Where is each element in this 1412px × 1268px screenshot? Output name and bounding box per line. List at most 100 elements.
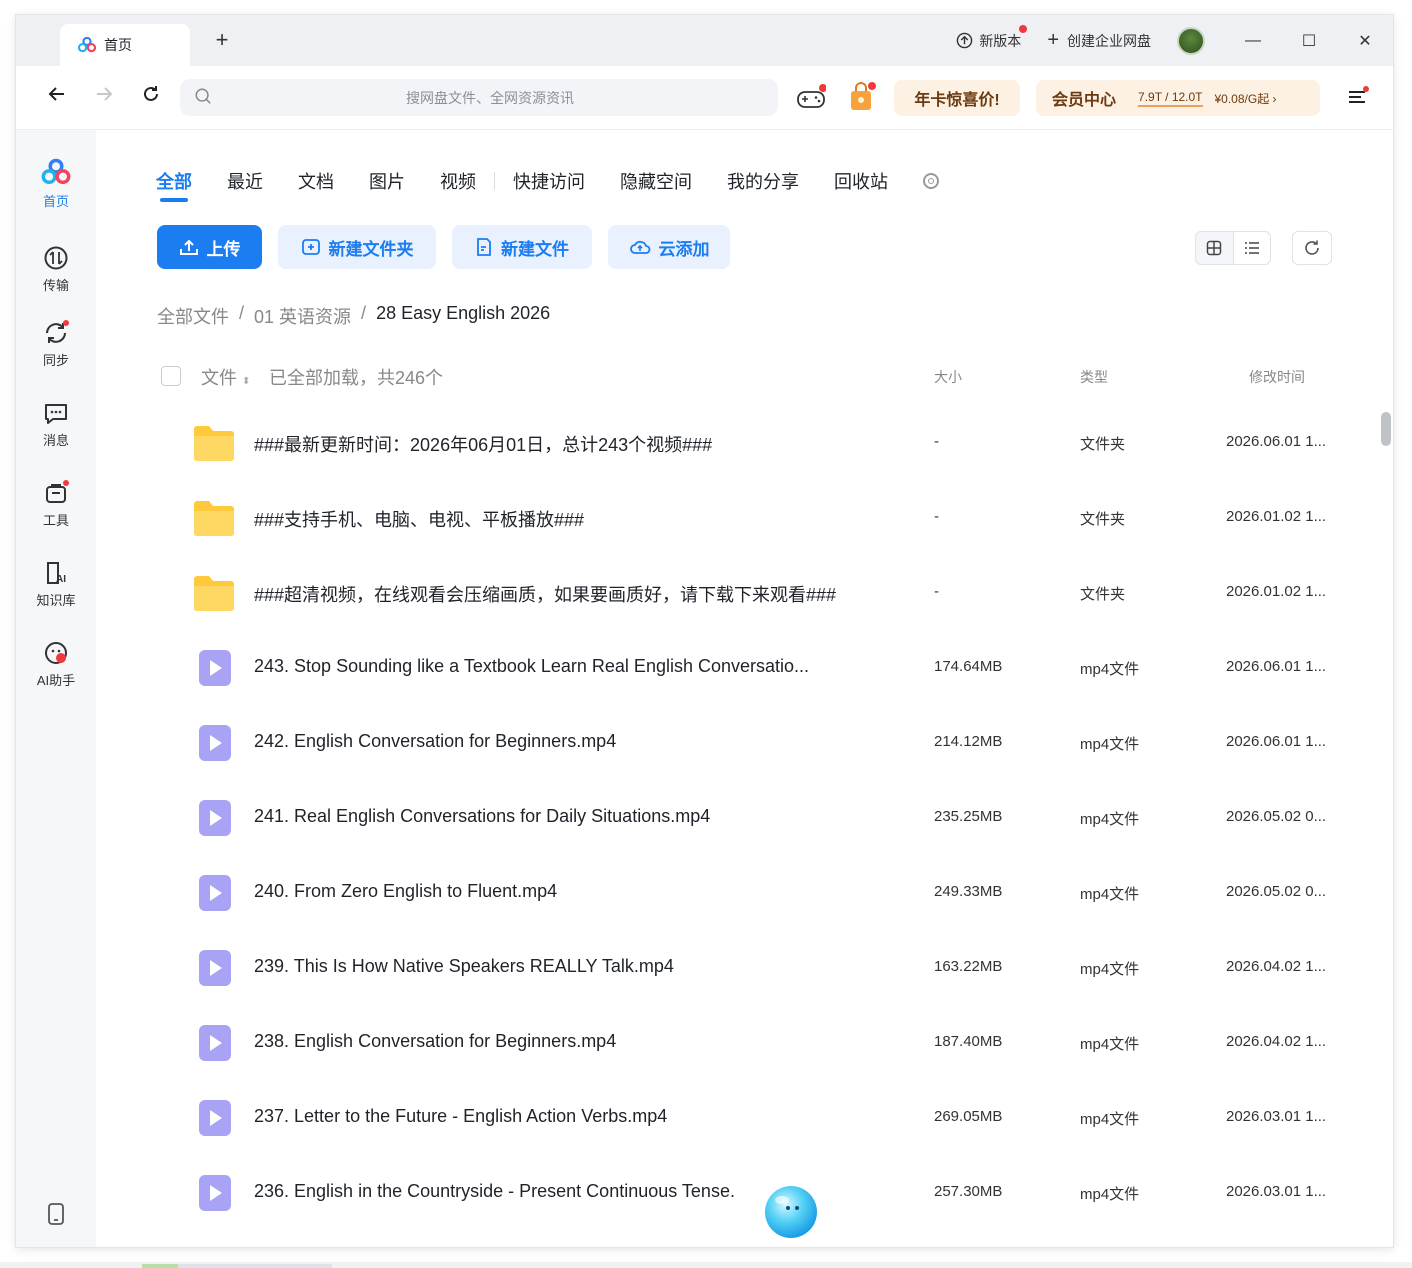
table-row[interactable]: 237. Letter to the Future - English Acti… (157, 1082, 1337, 1157)
reload-button[interactable] (136, 84, 166, 110)
upload-button[interactable]: 上传 (157, 225, 262, 269)
table-row[interactable]: 240. From Zero English to Fluent.mp4 249.… (157, 857, 1337, 932)
scrollbar[interactable] (1381, 412, 1391, 446)
file-type: mp4文件 (1080, 736, 1140, 753)
avatar[interactable] (1177, 26, 1205, 55)
tab-recycle-bin[interactable]: 回收站 (834, 168, 888, 194)
tab-images[interactable]: 图片 (369, 168, 405, 194)
storage-price: ¥0.08/G起 › (1214, 91, 1277, 106)
table-header: 文件 ⬍ 已全部加载，共246个 大小 类型 修改时间 (157, 365, 1337, 395)
gift-bag-icon[interactable] (848, 82, 876, 112)
game-controller-icon[interactable] (796, 84, 826, 112)
tab-my-shares[interactable]: 我的分享 (727, 168, 799, 194)
file-name[interactable]: 236. English in the Countryside - Presen… (254, 1181, 735, 1202)
sidebar-item-knowledge[interactable]: AI 知识库 (16, 560, 96, 609)
sidebar-item-label: 传输 (42, 278, 69, 293)
table-row[interactable]: ###超清视频，在线观看会压缩画质，如果要画质好，请下载下来观看### - 文件夹 2… (157, 557, 1337, 632)
tab-settings-icon[interactable] (923, 173, 939, 189)
column-file-sort[interactable]: 文件 ⬍ (201, 364, 250, 390)
file-name[interactable]: ###超清视频，在线观看会压缩画质，如果要画质好，请下载下来观看### (254, 581, 836, 607)
sidebar-item-ai-assistant[interactable]: AI助手 (16, 640, 96, 689)
select-all-checkbox[interactable] (161, 366, 181, 386)
breadcrumb-all-files[interactable]: 全部文件 (157, 303, 229, 329)
tab-all[interactable]: 全部 (156, 168, 192, 202)
upgrade-icon (957, 32, 973, 49)
file-size: 174.64MB (934, 658, 1003, 675)
tab-hidden-space[interactable]: 隐藏空间 (620, 168, 692, 194)
tools-icon (46, 480, 69, 503)
sidebar-item-tools[interactable]: 工具 (16, 480, 96, 529)
table-row[interactable]: 243. Stop Sounding like a Textbook Learn… (157, 632, 1337, 707)
tab-documents[interactable]: 文档 (298, 168, 334, 194)
new-version-button[interactable]: 新版本 (956, 24, 1028, 51)
assistant-mascot-icon[interactable] (758, 1178, 824, 1242)
cloud-add-button[interactable]: 云添加 (608, 225, 730, 269)
file-name[interactable]: ###最新更新时间：2026年06月01日，总计243个视频### (254, 431, 712, 457)
file-name[interactable]: 243. Stop Sounding like a Textbook Learn… (254, 656, 809, 677)
sidebar-item-label: 知识库 (36, 593, 76, 608)
forward-button[interactable] (89, 84, 119, 110)
file-name[interactable]: 239. This Is How Native Speakers REALLY … (254, 956, 674, 977)
home-logo-icon (41, 158, 71, 185)
tab-recent[interactable]: 最近 (227, 168, 263, 194)
file-modified-time: 2026.03.01 1... (1226, 1108, 1327, 1125)
file-name[interactable]: 241. Real English Conversations for Dail… (254, 806, 710, 827)
table-row[interactable]: 239. This Is How Native Speakers REALLY … (157, 932, 1337, 1007)
back-button[interactable] (42, 84, 72, 110)
column-modified-time[interactable]: 修改时间 (1249, 367, 1305, 387)
new-file-icon (477, 238, 491, 256)
table-row[interactable]: 236. English in the Countryside - Presen… (157, 1157, 1337, 1232)
address-bar: 年卡惊喜价! 会员中心 7.9T / 12.0T ¥0.08/G起 › (16, 66, 1393, 130)
list-view-button[interactable] (1232, 232, 1270, 264)
table-row[interactable]: 238. English Conversation for Beginners.… (157, 1007, 1337, 1082)
search-input[interactable] (220, 79, 760, 116)
minimize-button[interactable]: — (1225, 32, 1281, 50)
video-file-icon (199, 1100, 231, 1136)
new-file-button[interactable]: 新建文件 (452, 225, 592, 269)
column-size[interactable]: 大小 (934, 367, 962, 387)
vip-title: 会员中心 (1052, 92, 1117, 109)
sidebar-item-messages[interactable]: 消息 (16, 400, 96, 449)
file-modified-time: 2026.05.02 0... (1226, 883, 1327, 900)
sidebar-item-home[interactable]: 首页 (16, 157, 96, 210)
breadcrumb-english-resources[interactable]: 01 英语资源 (254, 303, 351, 329)
file-type: 文件夹 (1080, 436, 1126, 453)
annual-promo-button[interactable]: 年卡惊喜价! (894, 80, 1020, 116)
file-name[interactable]: 237. Letter to the Future - English Acti… (254, 1106, 667, 1127)
action-toolbar: 上传 新建文件夹 新建文件 云添加 (157, 225, 746, 269)
video-file-icon (199, 875, 231, 911)
maximize-button[interactable]: ☐ (1281, 31, 1337, 51)
new-tab-button[interactable]: + (210, 27, 234, 53)
tab-home[interactable]: 首页 (60, 24, 190, 66)
table-row[interactable]: ###支持手机、电脑、电视、平板播放### - 文件夹 2026.01.02 1... (157, 482, 1337, 557)
vip-center-button[interactable]: 会员中心 7.9T / 12.0T ¥0.08/G起 › (1036, 80, 1320, 116)
sidebar-item-label: 同步 (42, 353, 69, 368)
cloud-add-label: 云添加 (658, 239, 710, 259)
file-type: mp4文件 (1080, 961, 1140, 978)
tab-videos[interactable]: 视频 (440, 168, 476, 194)
tab-quick-access[interactable]: 快捷访问 (513, 168, 585, 194)
file-size: - (934, 433, 939, 450)
file-size: - (934, 508, 939, 525)
create-enterprise-button[interactable]: + 创建企业网盘 (1047, 29, 1151, 52)
file-name[interactable]: ###支持手机、电脑、电视、平板播放### (254, 506, 584, 532)
close-button[interactable]: ✕ (1337, 31, 1393, 51)
file-name[interactable]: 238. English Conversation for Beginners.… (254, 1031, 616, 1052)
upload-icon (179, 239, 198, 255)
table-row[interactable]: ###最新更新时间：2026年06月01日，总计243个视频### - 文件夹 202… (157, 407, 1337, 482)
grid-view-button[interactable] (1196, 232, 1233, 264)
file-name[interactable]: 242. English Conversation for Beginners.… (254, 731, 616, 752)
column-type[interactable]: 类型 (1080, 367, 1108, 387)
table-row[interactable]: 242. English Conversation for Beginners.… (157, 707, 1337, 782)
file-name[interactable]: 240. From Zero English to Fluent.mp4 (254, 881, 557, 902)
menu-icon[interactable] (1347, 86, 1369, 108)
refresh-button[interactable] (1292, 231, 1332, 265)
search-box[interactable] (180, 79, 778, 116)
new-folder-button[interactable]: 新建文件夹 (278, 225, 436, 269)
file-modified-time: 2026.06.01 1... (1226, 433, 1327, 450)
sidebar-item-sync[interactable]: 同步 (16, 320, 96, 369)
sidebar-item-transfer[interactable]: 传输 (16, 245, 96, 294)
mobile-device-icon[interactable] (48, 1203, 64, 1225)
table-row[interactable]: 241. Real English Conversations for Dail… (157, 782, 1337, 857)
knowledge-icon: AI (47, 562, 66, 585)
